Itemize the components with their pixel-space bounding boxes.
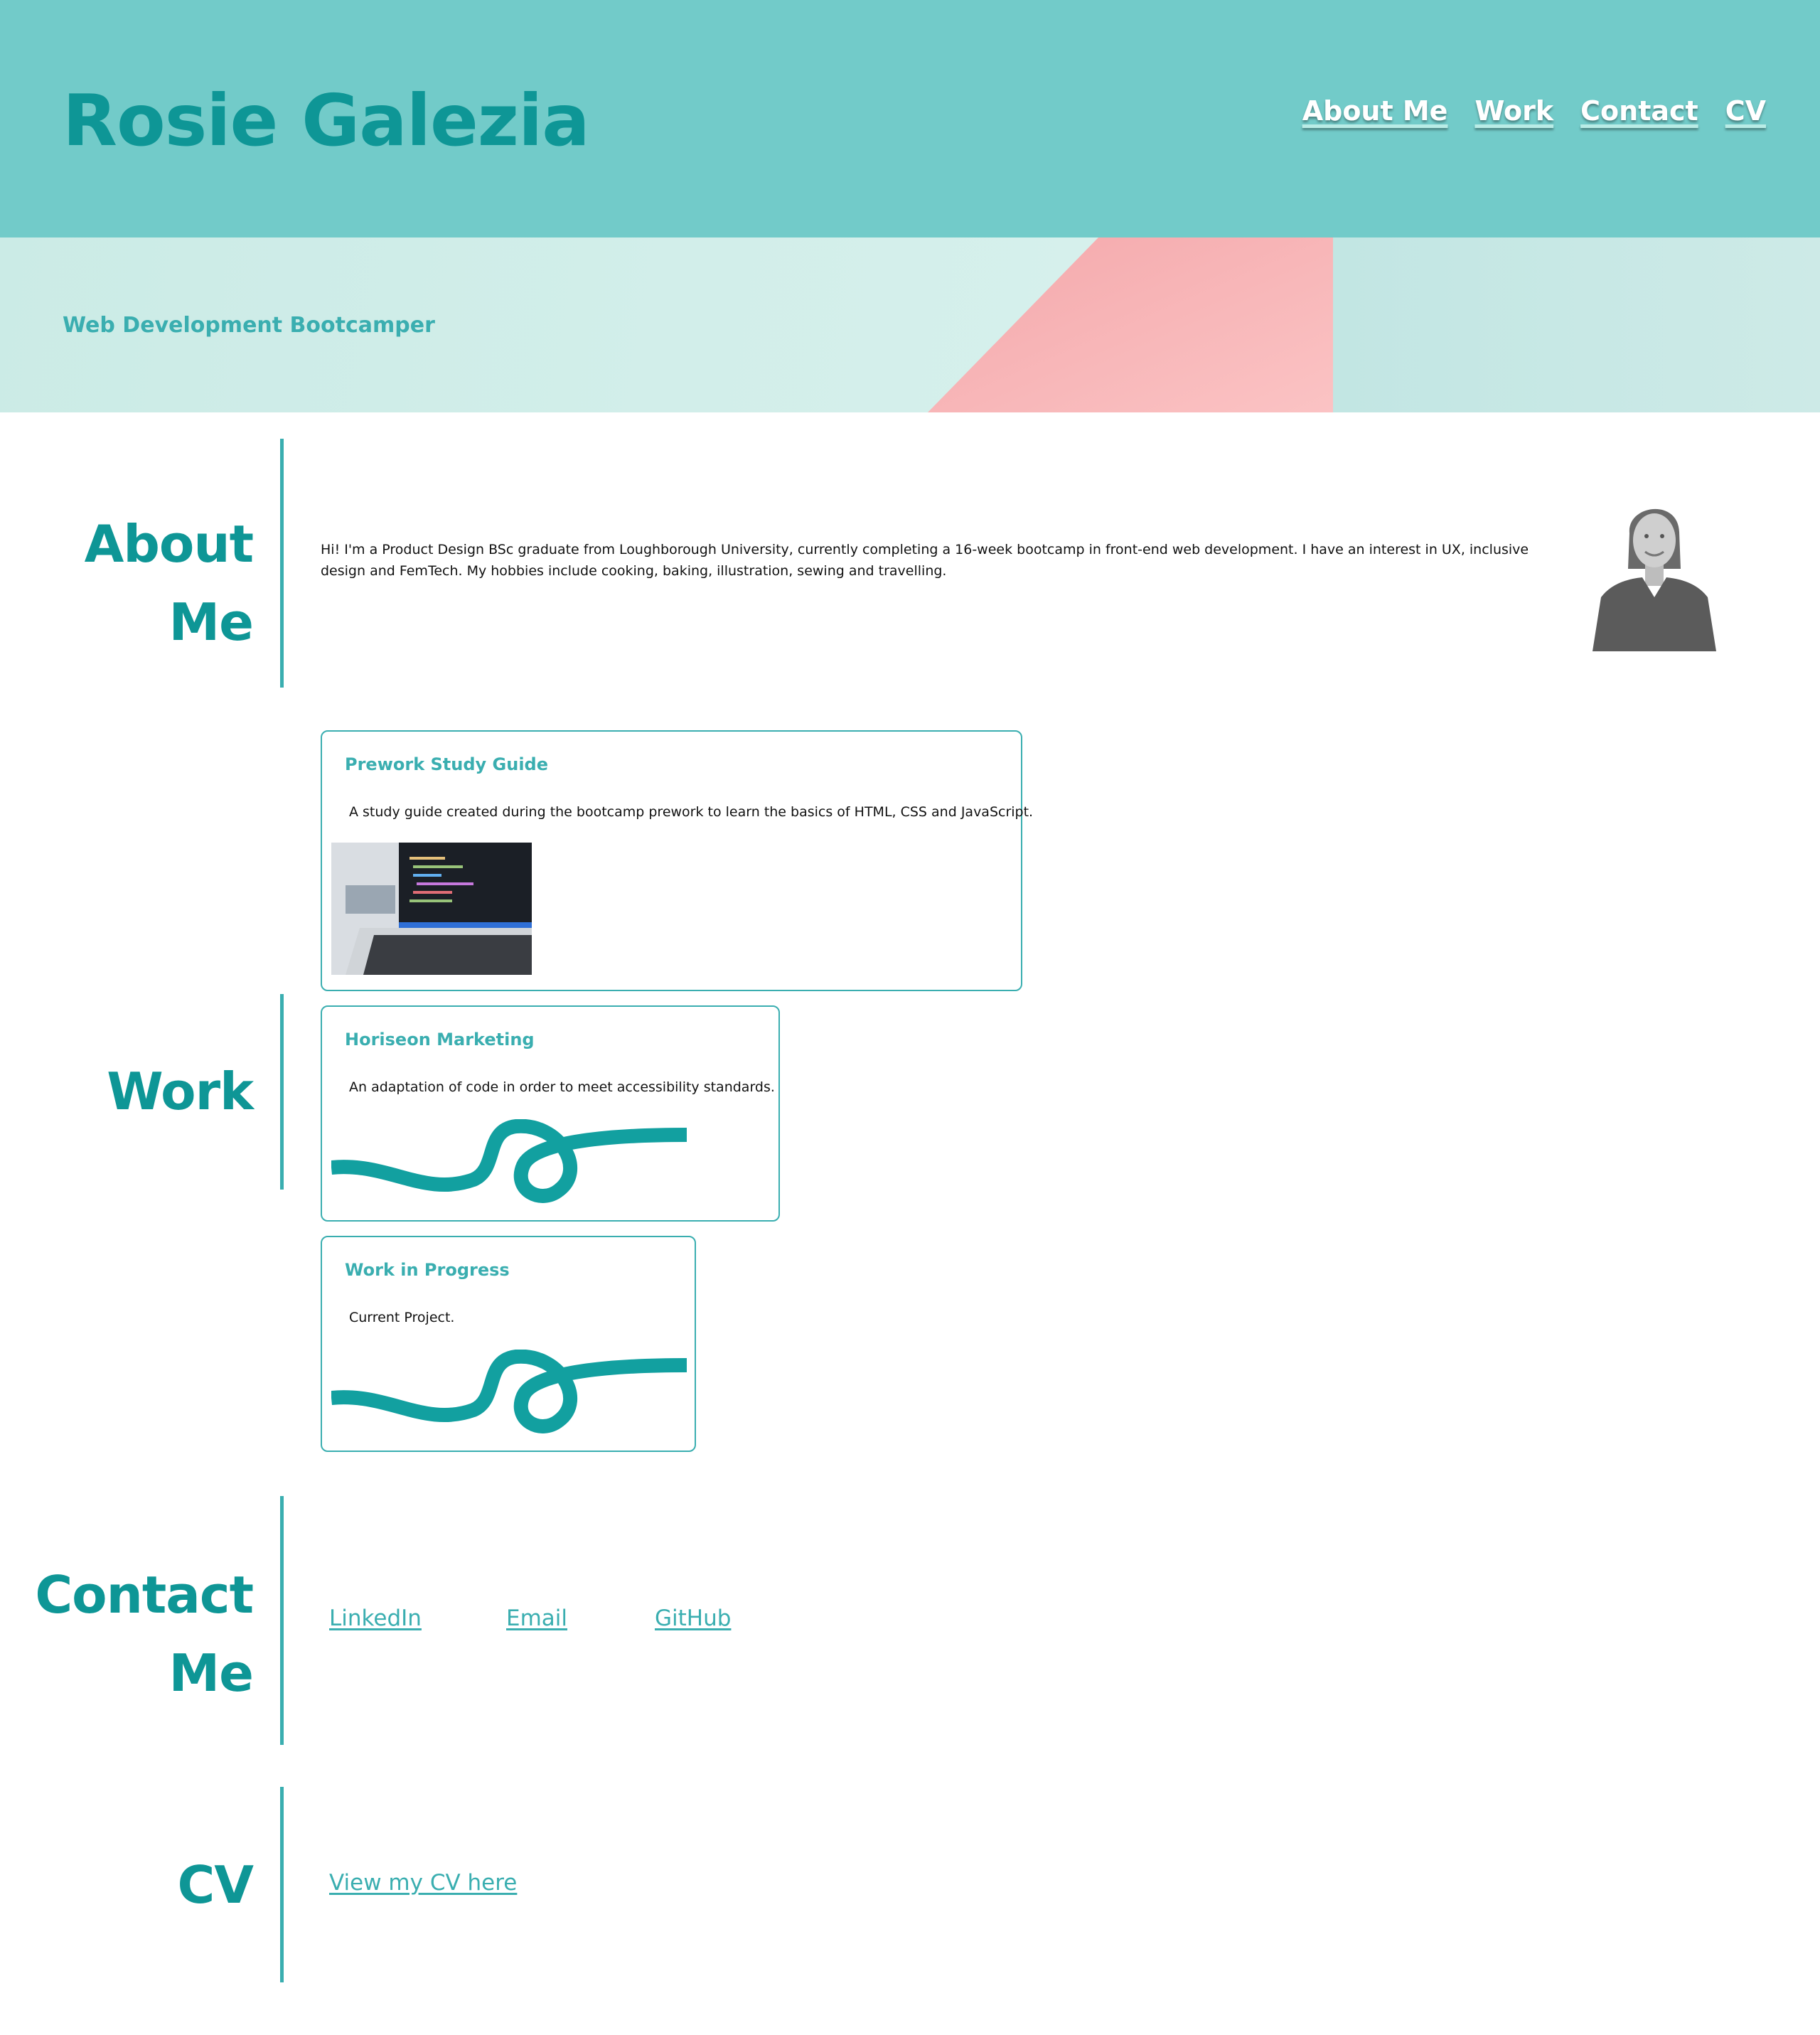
cv-divider xyxy=(280,1787,284,1982)
nav-cv[interactable]: CV xyxy=(1725,95,1766,127)
work-heading: Work xyxy=(107,1062,254,1121)
site-header: Rosie Galezia About Me Work Contact CV xyxy=(0,0,1820,237)
view-cv-link[interactable]: View my CV here xyxy=(329,1870,517,1896)
project-card-horiseon[interactable]: Horiseon Marketing An adaptation of code… xyxy=(321,1005,780,1222)
project-description: Current Project. xyxy=(349,1310,455,1325)
cv-heading: CV xyxy=(177,1855,254,1915)
project-card-wip[interactable]: Work in Progress Current Project. xyxy=(321,1236,696,1452)
main-nav: About Me Work Contact CV xyxy=(1302,95,1766,127)
project-title: Work in Progress xyxy=(345,1260,510,1280)
laptop-code-image xyxy=(331,843,532,975)
about-divider xyxy=(280,439,284,688)
project-title: Horiseon Marketing xyxy=(345,1030,535,1049)
about-heading-line2: Me xyxy=(168,592,254,652)
contact-heading-line1: Contact xyxy=(35,1565,254,1625)
about-text: Hi! I'm a Product Design BSc graduate fr… xyxy=(321,542,1529,579)
project-title: Prework Study Guide xyxy=(345,754,549,774)
hero-right-panel xyxy=(1333,237,1820,412)
site-title: Rosie Galezia xyxy=(63,79,590,162)
email-link[interactable]: Email xyxy=(506,1606,567,1631)
github-link[interactable]: GitHub xyxy=(655,1606,731,1631)
nav-contact[interactable]: Contact xyxy=(1580,95,1698,127)
work-divider xyxy=(280,994,284,1190)
squiggle-image xyxy=(331,1350,687,1433)
hero-subtitle: Web Development Bootcamper xyxy=(63,313,435,338)
contact-heading: Contact Me xyxy=(35,1556,254,1712)
project-description: An adaptation of code in order to meet a… xyxy=(349,1079,775,1095)
about-heading-line1: About xyxy=(84,514,254,574)
project-card-prework[interactable]: Prework Study Guide A study guide create… xyxy=(321,730,1033,991)
project-description: A study guide created during the bootcam… xyxy=(349,804,1034,820)
profile-photo xyxy=(1585,491,1720,651)
about-heading: About Me xyxy=(84,505,254,661)
nav-work[interactable]: Work xyxy=(1474,95,1553,127)
hero-banner: Web Development Bootcamper xyxy=(0,237,1820,412)
nav-about-me[interactable]: About Me xyxy=(1302,95,1448,127)
linkedin-link[interactable]: LinkedIn xyxy=(329,1606,422,1631)
squiggle-image xyxy=(331,1119,687,1203)
contact-divider xyxy=(280,1496,284,1745)
contact-heading-line2: Me xyxy=(168,1643,254,1703)
